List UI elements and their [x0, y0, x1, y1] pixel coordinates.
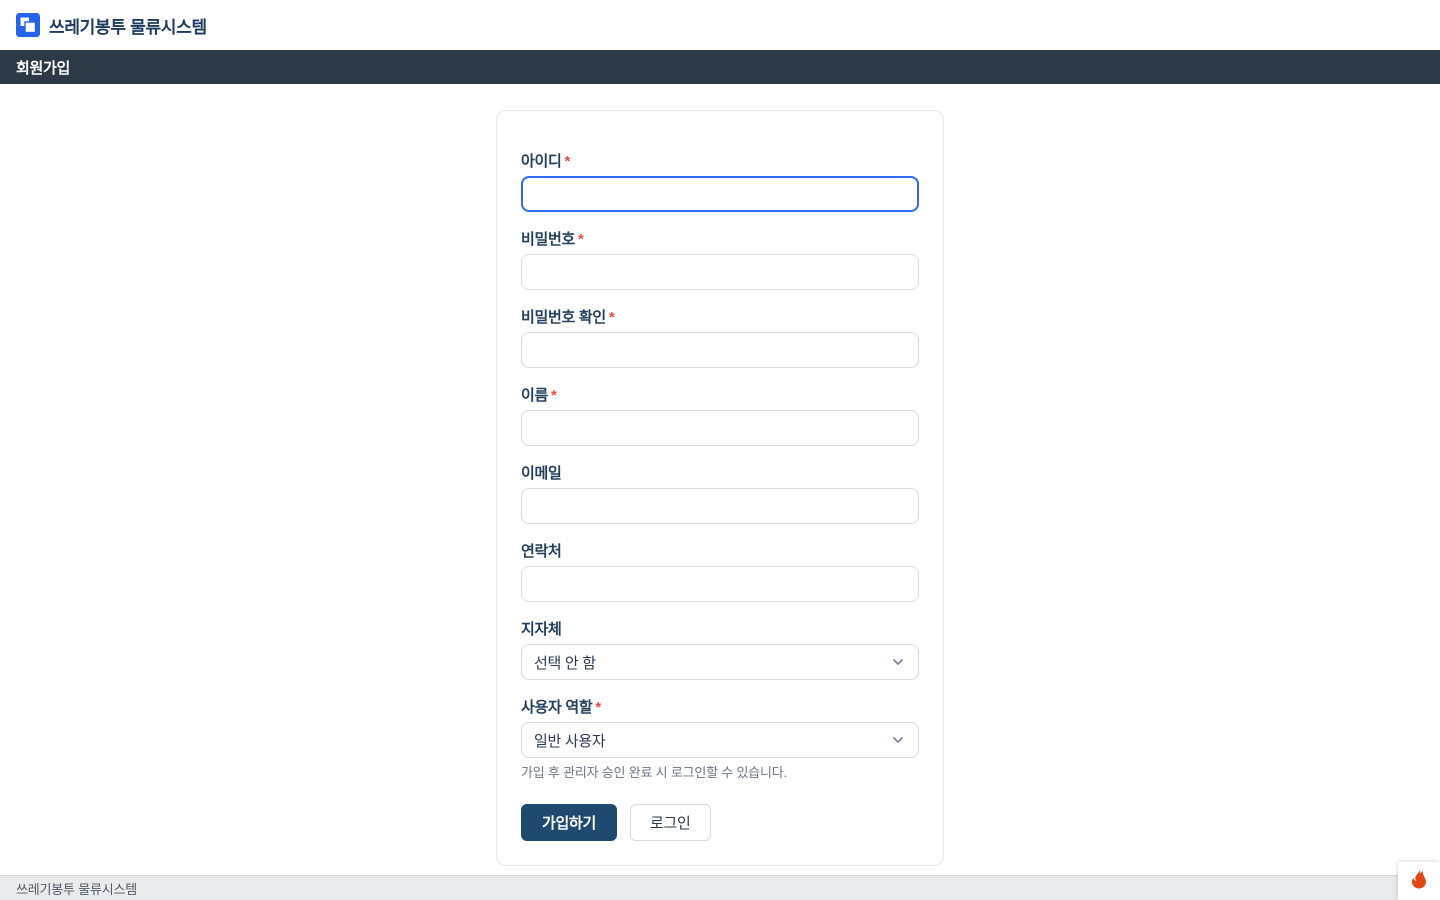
- signup-form-card: 아이디* 비밀번호* 비밀번호 확인* 이름* 이메일 연락처 지자체 선택 안: [496, 110, 944, 866]
- email-label: 이메일: [521, 465, 919, 482]
- username-label: 아이디*: [521, 153, 919, 170]
- username-input[interactable]: [521, 176, 919, 212]
- email-input[interactable]: [521, 488, 919, 524]
- user-role-select[interactable]: 일반 사용자: [521, 722, 919, 758]
- required-asterisk: *: [565, 153, 571, 170]
- field-username: 아이디*: [521, 153, 919, 212]
- name-input[interactable]: [521, 410, 919, 446]
- name-label: 이름*: [521, 387, 919, 404]
- field-user-role: 사용자 역할* 일반 사용자 가입 후 관리자 승인 완료 시 로그인할 수 있…: [521, 699, 919, 780]
- required-asterisk: *: [578, 231, 584, 248]
- approval-helper-text: 가입 후 관리자 승인 완료 시 로그인할 수 있습니다.: [521, 765, 919, 780]
- field-password-confirm: 비밀번호 확인*: [521, 309, 919, 368]
- field-password: 비밀번호*: [521, 231, 919, 290]
- main-area: 아이디* 비밀번호* 비밀번호 확인* 이름* 이메일 연락처 지자체 선택 안: [0, 84, 1440, 866]
- chevron-down-icon: [890, 732, 906, 748]
- app-title: 쓰레기봉투 물류시스템: [49, 13, 207, 38]
- required-asterisk: *: [551, 387, 557, 404]
- phone-input[interactable]: [521, 566, 919, 602]
- phone-label: 연락처: [521, 543, 919, 560]
- app-footer: 쓰레기봉투 물류시스템: [0, 875, 1440, 900]
- municipality-select[interactable]: 선택 안 함: [521, 644, 919, 680]
- chevron-down-icon: [890, 654, 906, 670]
- user-role-select-value: 일반 사용자: [534, 730, 605, 751]
- app-header: 쓰레기봉투 물류시스템: [0, 0, 1440, 50]
- municipality-select-value: 선택 안 함: [534, 652, 596, 673]
- field-name: 이름*: [521, 387, 919, 446]
- password-confirm-input[interactable]: [521, 332, 919, 368]
- user-role-label: 사용자 역할*: [521, 699, 919, 716]
- flame-icon: [1409, 866, 1429, 896]
- required-asterisk: *: [609, 309, 615, 326]
- required-asterisk: *: [595, 699, 601, 716]
- login-button[interactable]: 로그인: [630, 804, 711, 841]
- nav-bar: 회원가입: [0, 50, 1440, 84]
- debug-toolbar-button[interactable]: [1398, 862, 1440, 900]
- signup-button[interactable]: 가입하기: [521, 804, 617, 841]
- password-confirm-label: 비밀번호 확인*: [521, 309, 919, 326]
- field-municipality: 지자체 선택 안 함: [521, 621, 919, 680]
- field-email: 이메일: [521, 465, 919, 524]
- button-row: 가입하기 로그인: [521, 804, 919, 841]
- password-label: 비밀번호*: [521, 231, 919, 248]
- app-logo-icon: [16, 13, 40, 37]
- password-input[interactable]: [521, 254, 919, 290]
- page-title: 회원가입: [16, 57, 70, 78]
- footer-text: 쓰레기봉투 물류시스템: [16, 879, 137, 898]
- municipality-label: 지자체: [521, 621, 919, 638]
- field-phone: 연락처: [521, 543, 919, 602]
